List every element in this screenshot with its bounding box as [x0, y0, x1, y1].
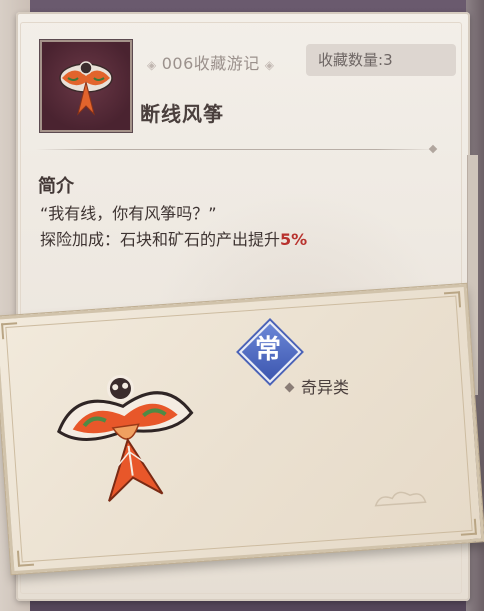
- item-category: 奇异类: [284, 374, 350, 398]
- collection-number: ◈ 006收藏游记 ◈: [147, 54, 275, 73]
- section-divider: [36, 149, 436, 150]
- bonus-text: 探险加成：石块和矿石的产出提升: [40, 230, 281, 249]
- collection-screen: ◈ 006收藏游记 ◈ 收藏数量:3 断线风筝 简介 “我有线，你有风筝吗？” 探险…: [0, 0, 484, 611]
- rarity-glyph: 常: [254, 335, 281, 365]
- item-name: 断线风筝: [140, 102, 224, 126]
- rarity-badge: 常: [238, 320, 302, 384]
- corner-ornament: [459, 518, 477, 536]
- category-label: 奇异类: [301, 378, 350, 397]
- cloud-pattern-icon: [374, 491, 427, 507]
- right-ornament-icon: ◈: [264, 58, 275, 72]
- fish-kite-illustration: [57, 374, 194, 502]
- exploration-bonus: 探险加成：石块和矿石的产出提升5%: [40, 226, 307, 250]
- count-value: 3: [383, 51, 393, 69]
- item-thumbnail[interactable]: [40, 40, 132, 132]
- corner-ornament: [16, 549, 35, 567]
- intro-title: 简介: [38, 176, 74, 197]
- corner-ornament: [1, 322, 19, 340]
- count-label: 收藏数量:: [318, 51, 384, 69]
- left-ornament-icon: ◈: [147, 58, 157, 72]
- corner-ornament: [443, 291, 462, 309]
- bonus-value: 5%: [280, 230, 308, 249]
- item-quote: “我有线，你有风筝吗？”: [40, 204, 217, 223]
- kite-thumbnail-icon: [59, 61, 113, 116]
- collection-count-box: 收藏数量:3: [306, 44, 456, 76]
- diamond-bullet-icon: [284, 382, 295, 393]
